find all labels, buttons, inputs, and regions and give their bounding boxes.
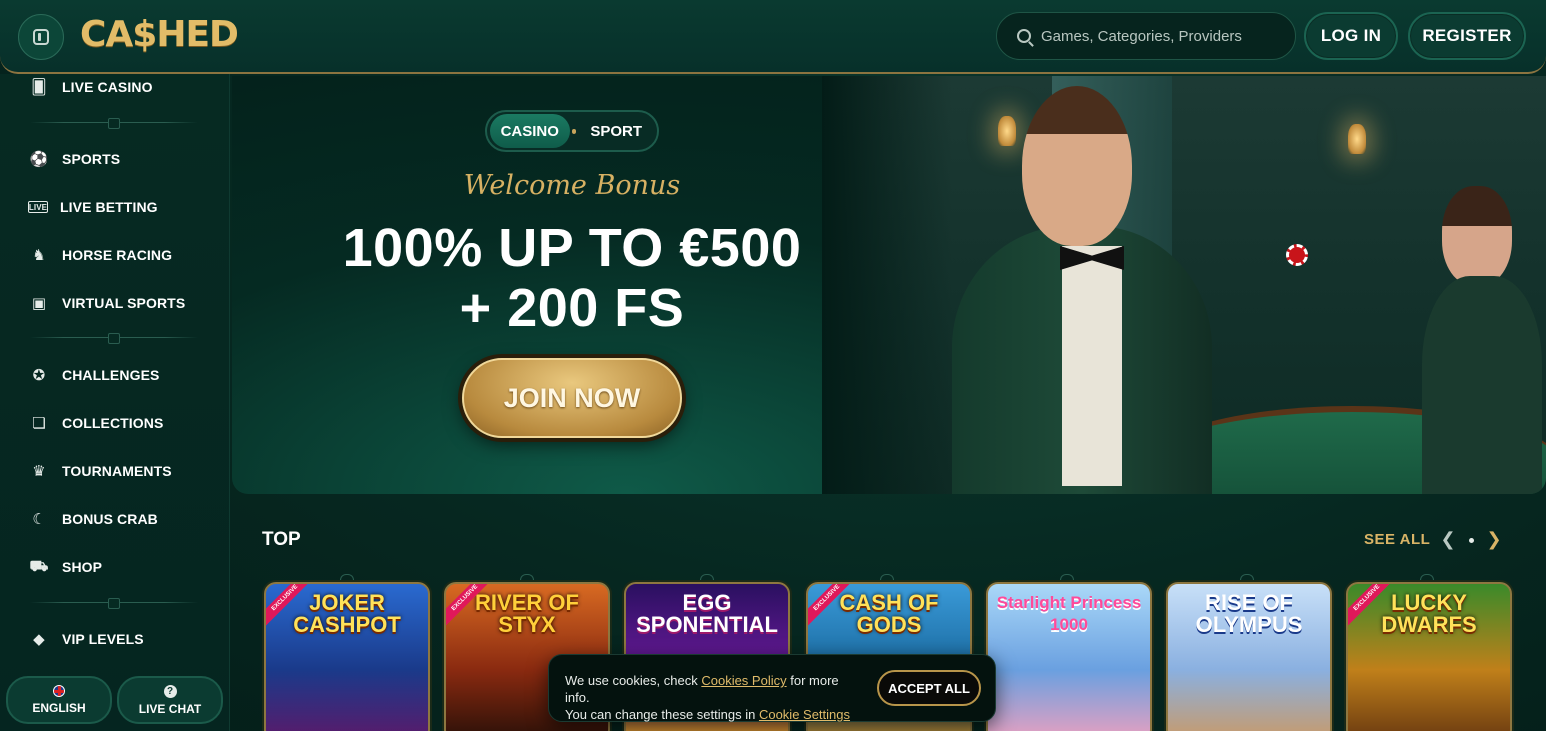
sidebar-divider — [30, 598, 198, 609]
see-all-link[interactable]: SEE ALL — [1364, 531, 1430, 548]
login-button[interactable]: LOG IN — [1304, 12, 1398, 60]
sidebar-item-sports[interactable]: ⚽ SPORTS — [28, 146, 120, 172]
tab-casino[interactable]: CASINO — [490, 114, 570, 148]
app-root: CA$HED LOG IN REGISTER 🂠 LIVE CASINO ⚽ SPO… — [0, 0, 1546, 731]
sidebar-divider — [30, 118, 198, 129]
sidebar-item-bonus-crab[interactable]: ☾ BONUS CRAB — [28, 506, 158, 532]
game-card[interactable]: RISE OF OLYMPUS — [1166, 582, 1332, 731]
game-title: EGG SPONENTIAL — [636, 590, 778, 637]
sidebar-toggle-button[interactable] — [18, 14, 64, 60]
sidebar-item-label: LIVE BETTING — [60, 199, 158, 215]
language-button[interactable]: ENGLISH — [6, 676, 112, 724]
accept-all-button[interactable]: ACCEPT ALL — [877, 670, 981, 706]
section-title-top: TOP — [262, 529, 301, 550]
sidebar-item-label: VIP LEVELS — [62, 631, 144, 647]
game-title: RISE OF OLYMPUS — [1195, 590, 1303, 637]
carousel-dot — [1469, 538, 1474, 543]
sidebar-item-challenges[interactable]: ✪ CHALLENGES — [28, 362, 160, 388]
sidebar-item-horse-racing[interactable]: ♞ HORSE RACING — [28, 242, 172, 268]
uk-flag-icon — [53, 685, 65, 697]
sidebar-item-virtual-sports[interactable]: ▣ VIRTUAL SPORTS — [28, 290, 185, 316]
cards-icon: 🂠 — [31, 79, 47, 96]
language-label: ENGLISH — [32, 701, 86, 715]
carousel-next-icon[interactable]: ❯ — [1482, 527, 1506, 551]
medal-icon: ✪ — [32, 367, 46, 384]
bonus-headline-line2: + 200 FS — [459, 278, 685, 338]
sidebar-item-label: VIRTUAL SPORTS — [62, 295, 186, 311]
sidebar-item-label: CHALLENGES — [62, 367, 160, 383]
woman-illustration — [1422, 186, 1542, 494]
sidebar-item-collections[interactable]: ❏ COLLECTIONS — [28, 410, 163, 436]
sidebar-item-label: LIVE CASINO — [62, 79, 153, 95]
help-icon: ? — [163, 684, 177, 698]
wall-lamp — [1348, 124, 1366, 154]
soccer-ball-icon: ⚽ — [29, 151, 49, 168]
sidebar-item-label: TOURNAMENTS — [62, 463, 172, 479]
shopping-bag-icon: ⛟ — [29, 557, 49, 575]
bonus-headline: 100% UP TO €500 + 200 FS — [292, 218, 852, 338]
site-logo[interactable]: CA$HED — [80, 14, 239, 55]
man-illustration — [912, 76, 1212, 494]
join-now-button[interactable]: JOIN NOW — [462, 358, 682, 438]
search-input[interactable] — [1041, 27, 1281, 45]
register-button[interactable]: REGISTER — [1408, 12, 1526, 60]
banner-illustration — [822, 76, 1546, 494]
live-badge-icon: LIVE — [28, 201, 48, 213]
game-card[interactable]: JOKER CASHPOT EXCLUSIVE — [264, 582, 430, 731]
game-title: Starlight Princess 1000 — [996, 593, 1142, 634]
sidebar: 🂠 LIVE CASINO ⚽ SPORTS LIVE LIVE BETTING ♞ H… — [0, 74, 230, 731]
cookie-text: We use cookies, check Cookies Policy for… — [565, 672, 865, 723]
horse-icon: ♞ — [32, 247, 46, 264]
sidebar-item-label: SHOP — [62, 559, 103, 575]
diamond-icon: ◆ — [33, 631, 45, 648]
top-header: CA$HED LOG IN REGISTER — [0, 0, 1546, 74]
cookies-policy-link[interactable]: Cookies Policy — [701, 673, 786, 688]
live-chat-button[interactable]: ? LIVE CHAT — [117, 676, 223, 724]
sidebar-item-label: SPORTS — [62, 151, 121, 167]
toggle-dot — [571, 128, 577, 134]
trophy-icon: ♛ — [32, 463, 46, 480]
search-icon — [1017, 29, 1031, 43]
promo-banner: CASINO SPORT Welcome Bonus 100% UP TO €5… — [232, 76, 1546, 494]
sidebar-divider — [30, 333, 198, 344]
sidebar-item-tournaments[interactable]: ♛ TOURNAMENTS — [28, 458, 172, 484]
cookie-text-part: You can change these settings in — [565, 707, 756, 722]
sidebar-toggle-icon — [33, 29, 49, 45]
bonus-headline-line1: 100% UP TO €500 — [342, 218, 802, 278]
sidebar-item-live-betting[interactable]: LIVE LIVE BETTING — [28, 194, 158, 220]
welcome-bonus-label: Welcome Bonus — [463, 170, 681, 201]
game-card[interactable]: LUCKY DWARFS EXCLUSIVE — [1346, 582, 1512, 731]
sidebar-item-label: COLLECTIONS — [62, 415, 164, 431]
cookie-banner: We use cookies, check Cookies Policy for… — [548, 654, 996, 722]
crab-claw-icon: ☾ — [32, 511, 46, 528]
sidebar-item-label: HORSE RACING — [62, 247, 173, 263]
casino-sport-toggle[interactable]: CASINO SPORT — [485, 110, 659, 152]
game-card[interactable]: Starlight Princess 1000 — [986, 582, 1152, 731]
tab-sport[interactable]: SPORT — [578, 114, 654, 148]
search-bar[interactable] — [996, 12, 1296, 60]
live-chat-label: LIVE CHAT — [138, 701, 202, 716]
sidebar-item-label: BONUS CRAB — [62, 511, 158, 527]
sidebar-item-live-casino[interactable]: 🂠 LIVE CASINO — [28, 74, 153, 100]
virtual-screen-icon: ▣ — [31, 295, 47, 312]
collection-cards-icon: ❏ — [32, 415, 46, 432]
casino-chip — [1286, 244, 1308, 266]
carousel-prev-icon[interactable]: ❮ — [1436, 527, 1460, 551]
cookie-settings-link[interactable]: Cookie Settings — [759, 707, 850, 722]
sidebar-item-vip-levels[interactable]: ◆ VIP LEVELS — [28, 626, 144, 652]
sidebar-item-shop[interactable]: ⛟ SHOP — [28, 554, 102, 580]
cookie-text-part: We use cookies, check — [565, 673, 698, 688]
